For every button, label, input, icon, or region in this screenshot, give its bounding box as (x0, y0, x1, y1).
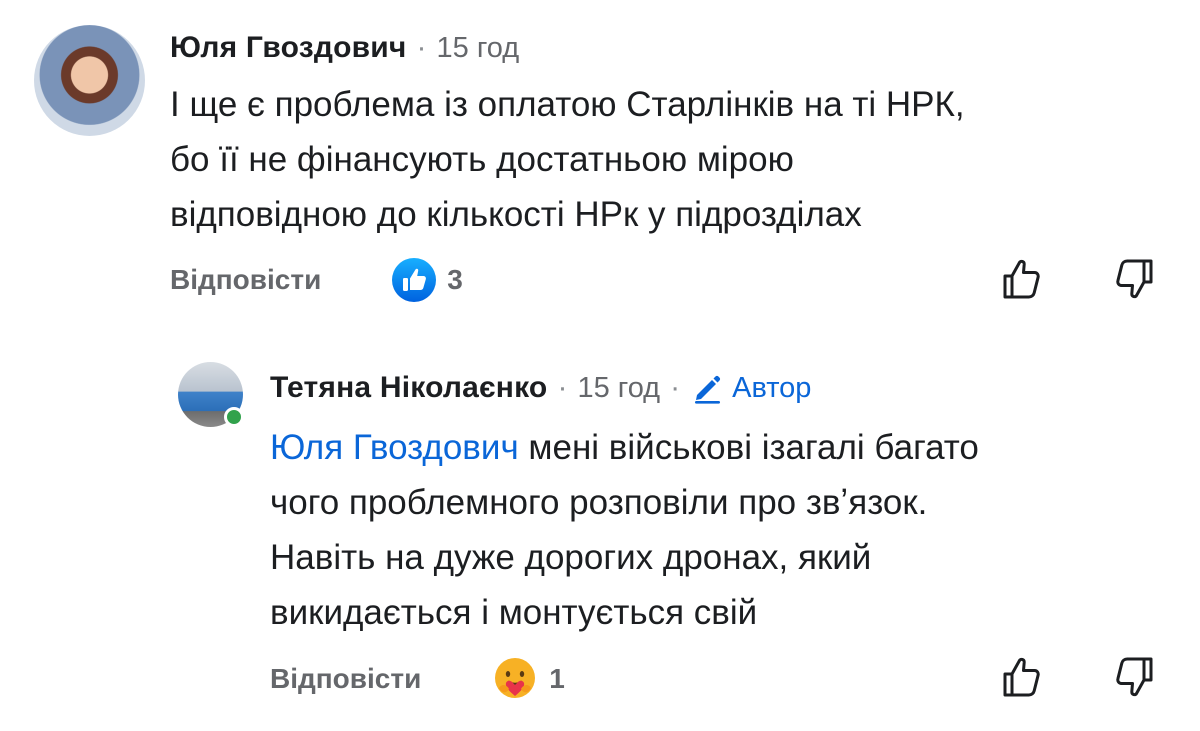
author-badge-label: Автор (732, 371, 812, 404)
comment-text: Юля Гвоздович мені військові ізагалі баг… (270, 420, 1170, 640)
author-name[interactable]: Тетяна Ніколаєнко (270, 371, 547, 405)
reaction-summary[interactable]: 1 (491, 655, 565, 703)
thumbs-up-icon[interactable] (998, 256, 1044, 302)
thumbs-down-icon[interactable] (1112, 654, 1158, 700)
mention-link[interactable]: Юля Гвоздович (270, 428, 519, 467)
timestamp[interactable]: 15 год (437, 32, 520, 65)
avatar[interactable] (34, 25, 145, 136)
comment-line: І ще є проблема із оплатою Старлінків на… (170, 85, 965, 124)
author-badge: Автор (690, 371, 811, 405)
care-reaction-icon (495, 658, 536, 698)
comment-line: викидається і монтується свій (270, 593, 758, 632)
reply-button[interactable]: Відповісти (270, 663, 421, 695)
reaction-summary[interactable]: 3 (391, 257, 463, 303)
comment-text: І ще є проблема із оплатою Старлінків на… (170, 77, 1180, 242)
comment-line: чого проблемного розповіли про звʼязок. (270, 483, 928, 522)
pencil-icon (695, 375, 721, 404)
reaction-count: 3 (447, 264, 463, 295)
comment-line: бо її не фінансують достатньою мірою (170, 140, 794, 179)
timestamp[interactable]: 15 год (577, 372, 660, 405)
author-name[interactable]: Юля Гвоздович (170, 31, 407, 65)
comment-header: Юля Гвоздович · 15 год (170, 26, 519, 70)
comment-line-text: мені військові ізагалі багато (518, 428, 979, 467)
separator-dot: · (416, 31, 427, 64)
like-reaction-icon (392, 258, 437, 302)
comment-line: Юля Гвоздович мені військові ізагалі баг… (270, 420, 1170, 475)
comment-actions: Відповісти 3 (170, 257, 463, 303)
reaction-count: 1 (549, 663, 565, 694)
reply-button[interactable]: Відповісти (170, 264, 321, 296)
thumbs-up-icon[interactable] (998, 654, 1044, 700)
comment-line: Навіть на дуже дорогих дронах, який (270, 538, 872, 577)
separator-dot: · (670, 371, 681, 404)
comment-actions: Відповісти 1 (270, 656, 565, 702)
separator-dot: · (557, 371, 568, 404)
comment-line: відповідною до кількості НРк у підрозділ… (170, 195, 862, 234)
thumbs-down-icon[interactable] (1112, 256, 1158, 302)
comment-header: Тетяна Ніколаєнко · 15 год · Автор (270, 366, 811, 410)
online-status-indicator (224, 407, 244, 427)
